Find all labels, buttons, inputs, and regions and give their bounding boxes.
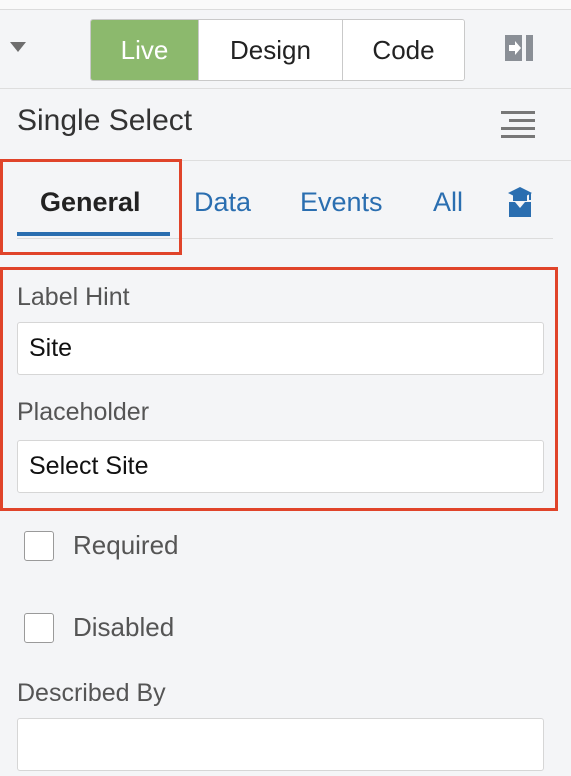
toolbar: Live Design Code xyxy=(0,10,571,88)
placeholder-input[interactable] xyxy=(17,440,544,493)
required-label: Required xyxy=(73,530,179,560)
required-checkbox[interactable] xyxy=(24,530,54,561)
described-by-label: Described By xyxy=(17,679,166,707)
panel-toggle-icon[interactable] xyxy=(503,32,535,64)
required-option[interactable]: Required xyxy=(24,530,179,561)
code-mode-button[interactable]: Code xyxy=(343,20,464,80)
tab-all[interactable]: All xyxy=(433,187,463,218)
toolbar-divider xyxy=(0,88,571,89)
top-edge xyxy=(0,0,571,10)
design-mode-button[interactable]: Design xyxy=(199,20,343,80)
page-title: Single Select xyxy=(17,104,193,137)
label-hint-label: Label Hint xyxy=(17,283,130,311)
title-divider xyxy=(0,160,571,161)
label-hint-input[interactable] xyxy=(17,322,544,375)
graduation-icon[interactable] xyxy=(507,186,533,218)
tab-events[interactable]: Events xyxy=(300,187,383,218)
disabled-checkbox[interactable] xyxy=(24,612,54,643)
hamburger-menu-icon[interactable] xyxy=(501,111,535,139)
mode-switcher: Live Design Code xyxy=(90,19,465,81)
tab-data[interactable]: Data xyxy=(194,187,251,218)
disabled-option[interactable]: Disabled xyxy=(24,612,174,643)
caret-down-icon[interactable] xyxy=(10,42,26,52)
placeholder-label: Placeholder xyxy=(17,398,150,426)
tab-general[interactable]: General xyxy=(40,187,141,218)
live-mode-button[interactable]: Live xyxy=(91,20,199,80)
disabled-label: Disabled xyxy=(73,612,175,642)
tabs-divider xyxy=(17,238,553,239)
described-by-input[interactable] xyxy=(17,718,544,771)
active-tab-indicator xyxy=(17,232,170,236)
